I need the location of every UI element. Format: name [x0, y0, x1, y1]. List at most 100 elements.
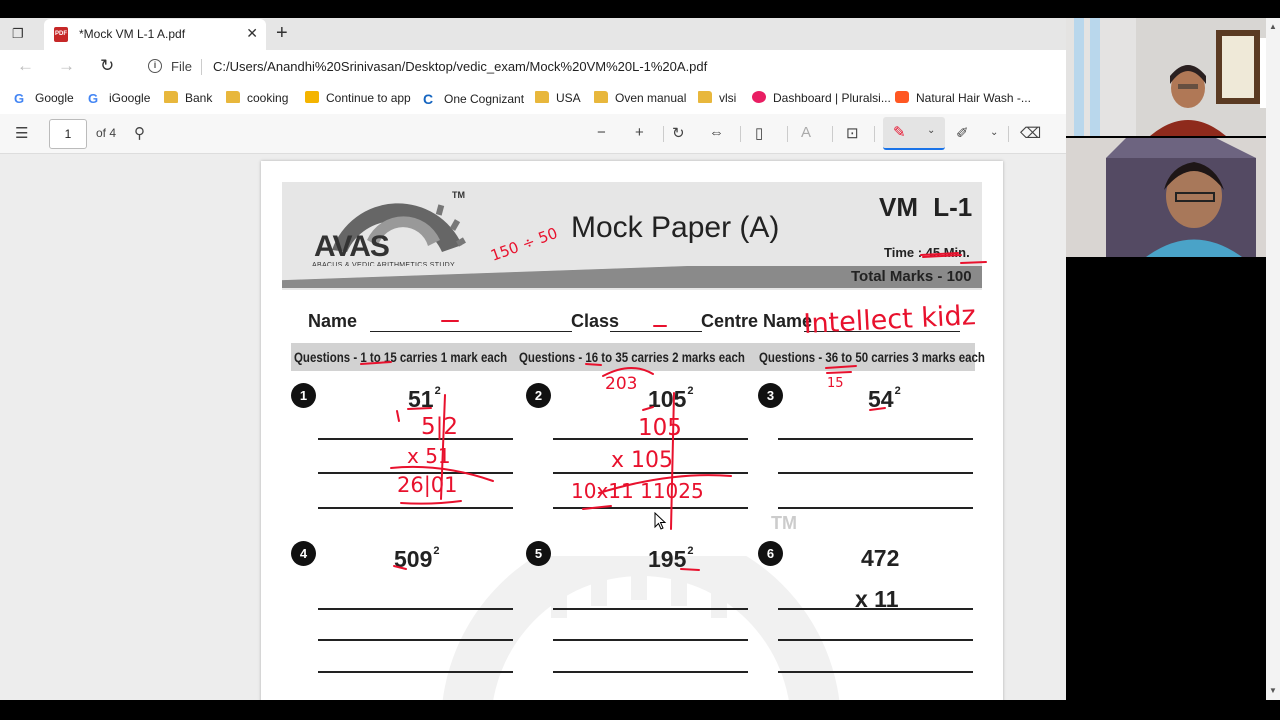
new-tab-icon[interactable]: +	[276, 22, 288, 45]
centre-label: Centre Name	[701, 311, 813, 331]
question-expression: 542	[868, 385, 901, 413]
chevron-down-icon[interactable]: ⌄	[990, 127, 998, 138]
answer-line	[553, 438, 748, 440]
folder-icon	[535, 91, 549, 103]
eraser-icon[interactable]: ⌫	[1020, 124, 1041, 142]
watermark-tm: TM	[771, 513, 797, 533]
draw-tool-button[interactable]: ✎ ⌄	[883, 117, 945, 150]
class-label: Class	[571, 311, 620, 331]
question-number: 4	[291, 541, 316, 566]
pdf-toolbar: ☰ 1 of 4 ⚲ − + ↻ ⇔ ▯ A ⊡ ✎ ⌄ ✐ ⌄ ⌫	[0, 114, 1066, 154]
pdf-page: AVAS ABACUS & VEDIC ARITHMETICS STUDY TM…	[261, 161, 1003, 700]
page-total: of 4	[96, 126, 117, 140]
google-icon: G	[14, 91, 25, 106]
bookmark-oven[interactable]: Oven manual	[594, 91, 686, 105]
exponent: 2	[434, 385, 441, 397]
answer-line	[318, 671, 513, 673]
q2-work-handwriting: x 105	[611, 448, 673, 473]
divider	[663, 126, 664, 142]
top-letterbox	[0, 0, 1280, 18]
tab-active[interactable]: PDF *Mock VM L-1 A.pdf ✕	[44, 19, 266, 50]
zoom-out-icon[interactable]: −	[597, 124, 606, 141]
marks-info-2: Questions - 16 to 35 carries 2 marks eac…	[519, 349, 745, 365]
url-field[interactable]: C:/Users/Anandhi%20Srinivasan/Desktop/ve…	[213, 59, 707, 74]
fit-width-icon[interactable]: ⇔	[709, 124, 724, 141]
bookmark-label: One Cognizant	[444, 92, 525, 106]
marks-info-1: Questions - 1 to 15 carries 1 mark each	[294, 349, 508, 365]
name-underline	[370, 331, 572, 332]
highlight-icon[interactable]: ✐	[956, 124, 969, 142]
app-icon	[305, 91, 319, 103]
close-tab-icon[interactable]: ✕	[246, 25, 258, 42]
file-label: File	[171, 59, 192, 74]
bookmark-label: cooking	[247, 91, 289, 105]
bookmark-label: Oven manual	[615, 91, 687, 105]
answer-line	[318, 472, 513, 474]
pdf-icon: PDF	[54, 27, 68, 42]
bookmark-igoogle[interactable]: GiGoogle	[88, 91, 150, 106]
scroll-up-icon[interactable]: ▲	[1269, 22, 1277, 31]
bookmark-label: Dashboard | Pluralsi...	[773, 91, 891, 105]
contents-icon[interactable]: ☰	[15, 124, 28, 142]
read-aloud-icon[interactable]: A	[801, 124, 811, 141]
rotate-icon[interactable]: ↻	[672, 124, 685, 142]
answer-line	[778, 639, 973, 641]
page-view-icon[interactable]: ▯	[755, 124, 763, 142]
folder-icon	[164, 91, 178, 103]
bookmark-cognizant[interactable]: C One Cognizant	[423, 91, 525, 107]
bookmark-google[interactable]: G Google	[14, 91, 74, 106]
bookmark-cooking[interactable]: cooking	[226, 91, 288, 105]
divider	[832, 126, 833, 142]
bookmark-continue[interactable]: Continue to app	[305, 91, 411, 105]
divider	[740, 126, 741, 142]
page-number-input[interactable]: 1	[49, 119, 87, 149]
folder-icon	[698, 91, 712, 103]
mouse-cursor-icon	[654, 512, 667, 530]
total-marks: Total Marks - 100	[851, 268, 972, 285]
tab-actions-icon[interactable]: ❐	[12, 26, 30, 42]
tab-strip: ❐ PDF *Mock VM L-1 A.pdf ✕ +	[0, 18, 1066, 50]
pluralsight-icon	[752, 91, 766, 103]
zoom-in-icon[interactable]: +	[635, 124, 644, 141]
browser-window: ❐ PDF *Mock VM L-1 A.pdf ✕ + ← → ↻ i Fil…	[0, 18, 1066, 700]
address-bar: ← → ↻ i File C:/Users/Anandhi%20Srinivas…	[0, 50, 1066, 84]
question-expression: 5092	[394, 545, 440, 573]
answer-line	[553, 472, 748, 474]
bookmarks-bar: G Google GiGoogle Bank cooking Continue t…	[0, 84, 1066, 114]
forward-icon[interactable]: →	[58, 56, 75, 76]
marks-note-handwriting: 15	[827, 376, 844, 391]
side-gap	[1066, 257, 1266, 700]
back-icon[interactable]: ←	[17, 56, 34, 76]
answer-line	[778, 507, 973, 509]
video-feed	[1066, 138, 1274, 257]
answer-line	[553, 639, 748, 641]
bookmark-vlsi[interactable]: vlsi	[698, 91, 736, 105]
exponent: 2	[894, 385, 901, 397]
exponent: 2	[687, 545, 694, 557]
divider	[787, 126, 788, 142]
folder-icon	[594, 91, 608, 103]
marks-info-3: Questions - 36 to 50 carries 3 marks eac…	[759, 349, 985, 365]
bookmark-hair[interactable]: Natural Hair Wash -...	[895, 91, 1031, 105]
answer-line	[778, 671, 973, 673]
logo-text: AVAS	[314, 230, 390, 263]
add-text-icon[interactable]: ⊡	[846, 124, 859, 142]
q1-work-handwriting: x 51	[407, 444, 451, 468]
q2-work-handwriting: 10x11 11025	[571, 479, 704, 503]
blogger-icon	[895, 91, 909, 103]
reload-icon[interactable]: ↻	[100, 56, 114, 76]
answer-line	[318, 639, 513, 641]
pdf-viewport[interactable]: AVAS ABACUS & VEDIC ARITHMETICS STUDY TM…	[0, 154, 1066, 700]
scroll-down-icon[interactable]: ▼	[1269, 686, 1277, 695]
q1-work-handwriting: 5|2	[421, 414, 458, 440]
chevron-down-icon[interactable]: ⌄	[927, 125, 935, 136]
scrollbar[interactable]: ▲ ▼	[1266, 18, 1280, 700]
bookmark-label: vlsi	[719, 91, 737, 105]
answer-line	[318, 608, 513, 610]
bookmark-pluralsight[interactable]: Dashboard | Pluralsi...	[752, 91, 891, 105]
bookmark-bank[interactable]: Bank	[164, 91, 212, 105]
search-icon[interactable]: ⚲	[134, 124, 145, 142]
answer-line	[778, 608, 973, 610]
info-icon[interactable]: i	[148, 59, 162, 73]
bookmark-usa[interactable]: USA	[535, 91, 581, 105]
